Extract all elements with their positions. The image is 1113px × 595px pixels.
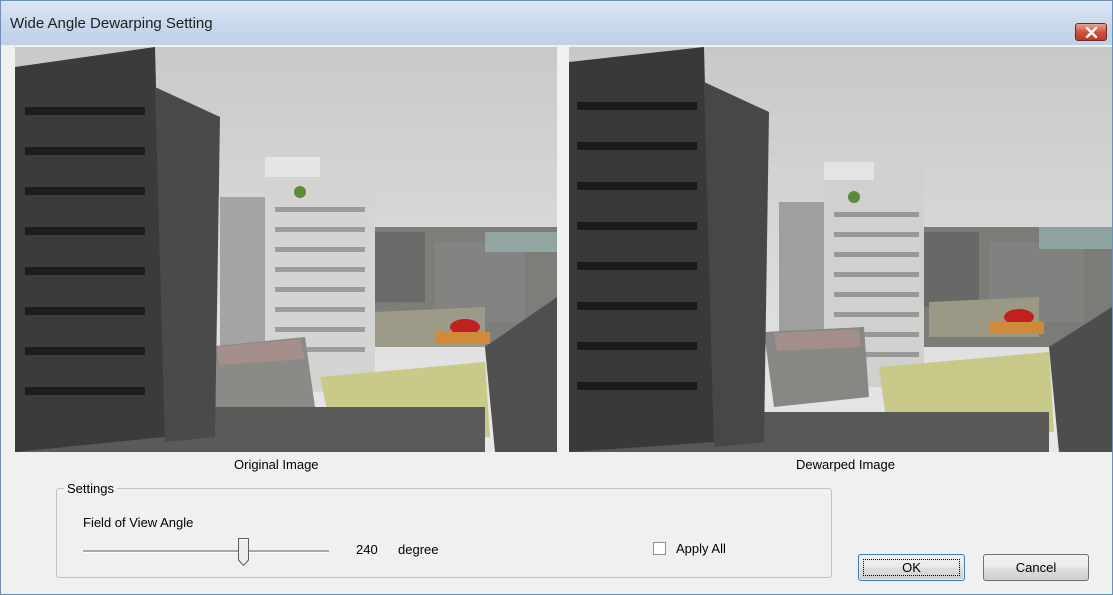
window-title: Wide Angle Dewarping Setting xyxy=(10,15,213,32)
fov-unit-label: degree xyxy=(398,542,439,557)
cancel-button[interactable]: Cancel xyxy=(983,554,1089,581)
fov-slider-thumb[interactable] xyxy=(238,538,249,566)
settings-groupbox xyxy=(56,488,832,578)
fov-value: 240 xyxy=(356,542,378,557)
close-icon xyxy=(1085,27,1098,38)
close-button[interactable] xyxy=(1075,23,1107,41)
original-image-caption: Original Image xyxy=(234,457,319,472)
fov-angle-label: Field of View Angle xyxy=(83,515,194,530)
focus-rectangle xyxy=(863,559,960,576)
dialog-window: Wide Angle Dewarping Setting Original Im… xyxy=(0,0,1113,595)
apply-all-checkbox[interactable] xyxy=(653,542,666,555)
cancel-button-label: Cancel xyxy=(1015,560,1057,575)
fov-slider-track[interactable] xyxy=(83,550,329,553)
apply-all-label[interactable]: Apply All xyxy=(676,541,726,556)
dewarped-image-caption: Dewarped Image xyxy=(796,457,895,472)
ok-button[interactable]: OK xyxy=(858,554,965,581)
original-image xyxy=(15,47,557,452)
title-bar[interactable]: Wide Angle Dewarping Setting xyxy=(1,1,1112,45)
settings-group-title: Settings xyxy=(64,481,117,496)
dewarped-image xyxy=(569,47,1112,452)
